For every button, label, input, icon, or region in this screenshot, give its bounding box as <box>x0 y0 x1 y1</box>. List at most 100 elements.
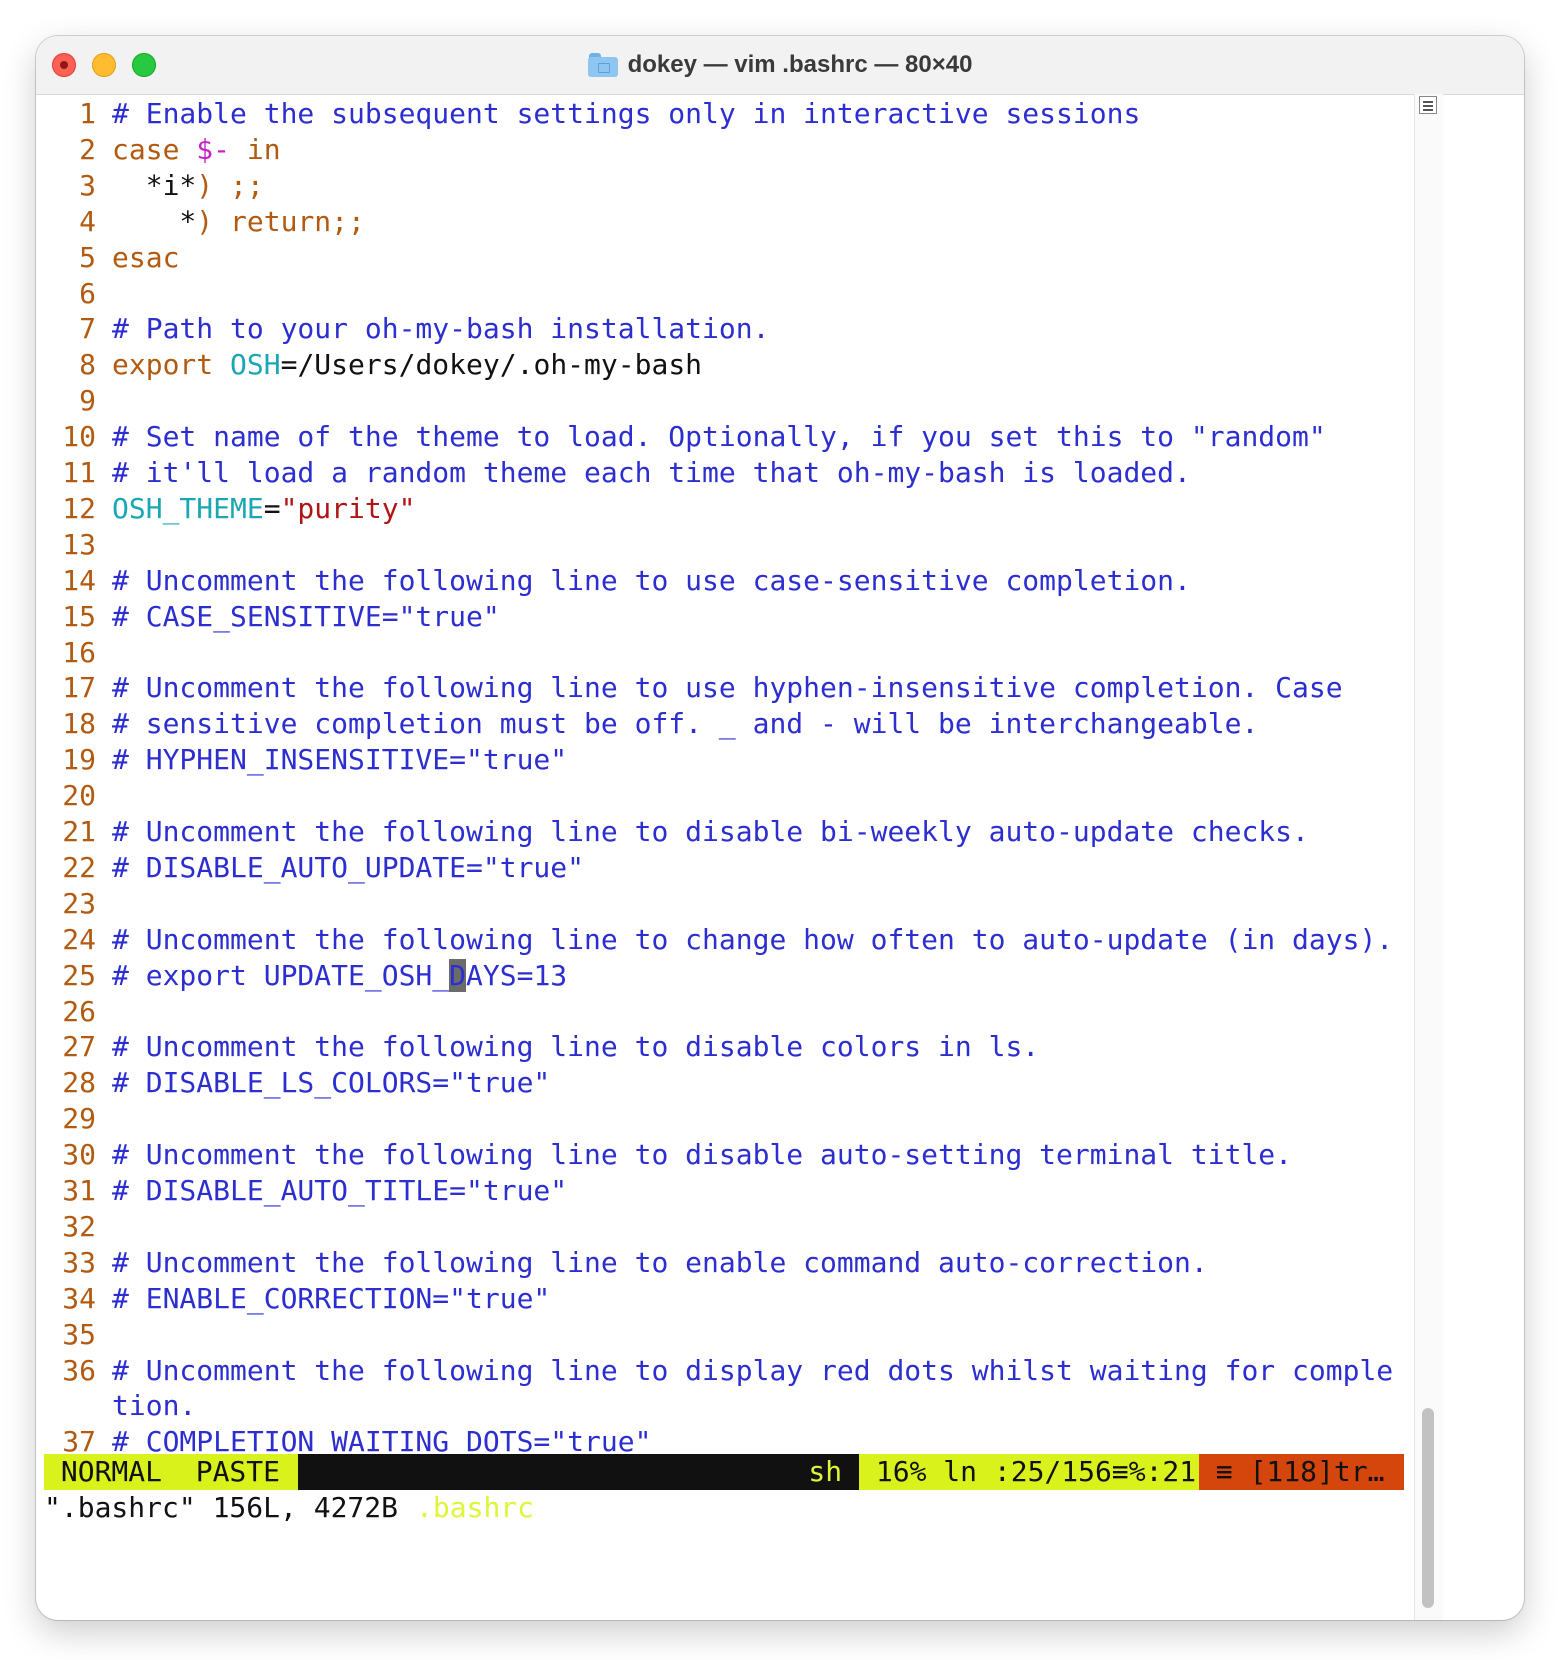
code-token: "purity" <box>280 491 416 525</box>
scrollbar-thumb[interactable] <box>1422 1408 1434 1608</box>
line-number: 4 <box>79 204 96 238</box>
line-text: # sensitive completion must be off. _ an… <box>112 706 1258 742</box>
line-number: 6 <box>79 276 96 310</box>
title-wrap: dokey — vim .bashrc — 80×40 <box>36 36 1524 94</box>
line-number: 18 <box>62 707 96 741</box>
line-number: 23 <box>62 886 96 920</box>
code-token: # CASE_SENSITIVE="true" <box>112 599 500 633</box>
line-number: 25 <box>62 958 96 992</box>
line-text: # export UPDATE_OSH_DAYS=13 <box>112 958 567 994</box>
code-token: export <box>112 348 231 382</box>
code-token: esac <box>112 240 180 274</box>
code-token: = <box>263 491 281 525</box>
file-type: sh <box>808 1455 859 1488</box>
line-number: 21 <box>62 815 96 848</box>
line-text: # Uncomment the following line to use hy… <box>112 670 1343 706</box>
line-number: 5 <box>79 240 96 274</box>
command-message-line: ".bashrc" 156L, 4272B <box>44 1491 399 1524</box>
line-text: *) return;; <box>112 204 365 240</box>
code-token: tion. <box>112 1389 197 1423</box>
statusline-file: .bashrc sh <box>298 1454 859 1524</box>
line-text: # Path to your oh-my-bash installation. <box>112 311 769 347</box>
code-token: # DISABLE_AUTO_UPDATE="true" <box>112 850 585 884</box>
line-text: # Uncomment the following line to change… <box>112 922 1393 958</box>
line-number: 19 <box>62 743 96 777</box>
line-text: # DISABLE_LS_COLORS="true" <box>112 1065 550 1101</box>
line-text: export OSH=/Users/dokey/.oh-my-bash <box>112 347 702 383</box>
code-token: $- <box>196 132 231 166</box>
line-number: 9 <box>79 384 96 418</box>
line-text: # ENABLE_CORRECTION="true" <box>112 1281 550 1317</box>
code-token: # Uncomment the following line to use ca… <box>112 563 1191 597</box>
code-token: # sensitive completion must be off. _ an… <box>112 707 1259 741</box>
code-token: =/Users/dokey/.oh-my-bash <box>280 348 703 382</box>
line-text: # HYPHEN_INSENSITIVE="true" <box>112 742 567 778</box>
cursor-position: 16% ln :25/156≡%:21 <box>859 1454 1214 1490</box>
line-number: 14 <box>62 563 96 597</box>
line-number: 27 <box>62 1030 96 1064</box>
line-number: 22 <box>62 850 96 884</box>
mode-indicator: NORMAL PASTE <box>44 1454 298 1490</box>
line-number: 28 <box>62 1066 96 1100</box>
line-number: 33 <box>62 1245 96 1279</box>
line-number: 3 <box>79 168 96 202</box>
code-token: ) return;; <box>196 204 365 238</box>
terminal-window: dokey — vim .bashrc — 80×40 1 # Enable th… <box>36 36 1524 1620</box>
scrollbar-track[interactable] <box>1414 94 1443 1620</box>
trailing-whitespace-warning: ≡ [118]tr… <box>1199 1454 1404 1490</box>
line-number: 12 <box>62 491 96 525</box>
line-text: # Set name of the theme to load. Optiona… <box>112 419 1326 455</box>
code-token: *i* <box>112 168 197 202</box>
line-number: 13 <box>62 527 96 561</box>
line-number: 8 <box>79 348 96 382</box>
line-text: # Uncomment the following line to enable… <box>112 1245 1208 1281</box>
line-number: 15 <box>62 599 96 633</box>
line-number: 26 <box>62 994 96 1028</box>
line-text: tion. <box>112 1388 196 1424</box>
code-token: in <box>230 132 281 166</box>
line-number: 36 <box>62 1353 96 1387</box>
code-token: # DISABLE_AUTO_TITLE="true" <box>112 1174 568 1207</box>
code-token: case <box>112 132 197 166</box>
line-text: # DISABLE_AUTO_UPDATE="true" <box>112 850 584 886</box>
line-number: 17 <box>62 671 96 705</box>
line-number: 7 <box>79 312 96 346</box>
code-token: # ENABLE_CORRECTION="true" <box>112 1281 551 1315</box>
code-token: # Uncomment the following line to disabl… <box>112 1138 1293 1172</box>
code-token: # it'll load a random theme each time th… <box>112 456 1191 489</box>
vim-statusline: NORMAL PASTE .bashrc sh 16% ln :25/156≡%… <box>44 1454 1404 1524</box>
code-token: # Uncomment the following line to disabl… <box>112 815 1309 848</box>
line-text: # Uncomment the following line to disabl… <box>112 1137 1292 1173</box>
folder-icon <box>587 53 618 77</box>
code-token: OSH_THEME <box>112 491 264 525</box>
line-number: 32 <box>62 1209 96 1243</box>
line-number: 31 <box>62 1174 96 1207</box>
code-token: # Uncomment the following line to enable… <box>112 1245 1208 1279</box>
line-text: # Enable the subsequent settings only in… <box>112 96 1140 132</box>
code-token: # HYPHEN_INSENSITIVE="true" <box>112 743 568 777</box>
line-text: # CASE_SENSITIVE="true" <box>112 599 500 635</box>
code-token: # export UPDATE_OSH_ <box>112 958 450 992</box>
code-token: OSH <box>230 348 281 382</box>
window-title: dokey — vim .bashrc — 80×40 <box>627 51 973 78</box>
line-number: 1 <box>79 97 96 130</box>
line-text: # it'll load a random theme each time th… <box>112 455 1191 491</box>
line-number: 24 <box>62 922 96 956</box>
line-number: 29 <box>62 1102 96 1136</box>
line-text: *i*) ;; <box>112 168 264 204</box>
code-token: # Set name of the theme to load. Optiona… <box>112 420 1326 454</box>
line-number: 10 <box>62 420 96 454</box>
line-number: 20 <box>62 779 96 813</box>
code-token: AYS=13 <box>466 958 568 992</box>
code-token: * <box>112 204 197 238</box>
code-token: # Enable the subsequent settings only in… <box>112 97 1141 130</box>
line-text: esac <box>112 240 179 276</box>
line-number: 11 <box>62 456 96 489</box>
code-token: # Uncomment the following line to disabl… <box>112 1030 1040 1064</box>
file-name: .bashrc <box>399 1491 535 1524</box>
code-token: # Uncomment the following line to change… <box>112 922 1394 956</box>
vim-buffer[interactable]: 1 # Enable the subsequent settings only i… <box>36 94 1414 1458</box>
line-number: 30 <box>62 1138 96 1172</box>
scrollbar-menu-icon[interactable] <box>1419 96 1437 114</box>
line-number: 2 <box>79 132 96 166</box>
